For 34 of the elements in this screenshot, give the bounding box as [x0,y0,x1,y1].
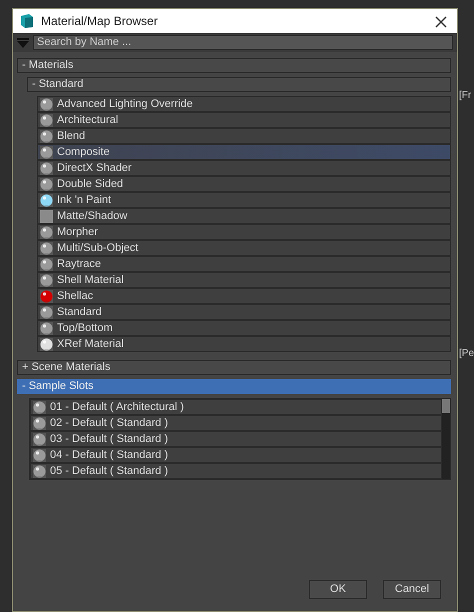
material-list-item[interactable]: DirectX Shader [37,160,451,176]
cancel-button[interactable]: Cancel [383,580,441,599]
material-list-item[interactable]: Top/Bottom [37,320,451,336]
material-list-item[interactable]: Standard [37,304,451,320]
viewport-label: [Pe [459,347,474,361]
material-list-item[interactable]: 03 - Default ( Standard ) [30,431,442,447]
search-field[interactable]: Search by Name ... [33,35,453,50]
window-title: Material/Map Browser [41,13,158,30]
scrollbar[interactable] [442,399,450,479]
material-list-item[interactable]: Morpher [37,224,451,240]
app-logo-icon [19,13,35,29]
material-list-item[interactable]: Composite [37,144,451,160]
material-list-item[interactable]: 04 - Default ( Standard ) [30,447,442,463]
close-icon[interactable] [435,16,447,28]
material-list-item[interactable]: Advanced Lighting Override [37,96,451,112]
material-list-item[interactable]: Raytrace [37,256,451,272]
material-list-item[interactable]: XRef Material [37,336,451,352]
group-header[interactable]: - Sample Slots [17,379,451,394]
material-list-item[interactable]: Shellac [37,288,451,304]
material-list-item[interactable]: 05 - Default ( Standard ) [30,463,442,479]
material-list-item[interactable]: Multi/Sub-Object [37,240,451,256]
ok-button[interactable]: OK [309,580,367,599]
material-list-item[interactable]: Ink 'n Paint [37,192,451,208]
material-list-item[interactable]: 02 - Default ( Standard ) [30,415,442,431]
material-list-item[interactable]: Blend [37,128,451,144]
group-header[interactable]: - Materials [17,58,451,73]
material-list-item[interactable]: 01 - Default ( Architectural ) [30,399,442,415]
material-list-item[interactable]: Matte/Shadow [37,208,451,224]
group-header[interactable]: - Standard [27,77,451,92]
material-list-item[interactable]: Double Sided [37,176,451,192]
material-list-item[interactable]: Shell Material [37,272,451,288]
material-list-item[interactable]: Architectural [37,112,451,128]
group-header[interactable]: + Scene Materials [17,360,451,375]
viewport-label: [Fr [459,89,472,103]
